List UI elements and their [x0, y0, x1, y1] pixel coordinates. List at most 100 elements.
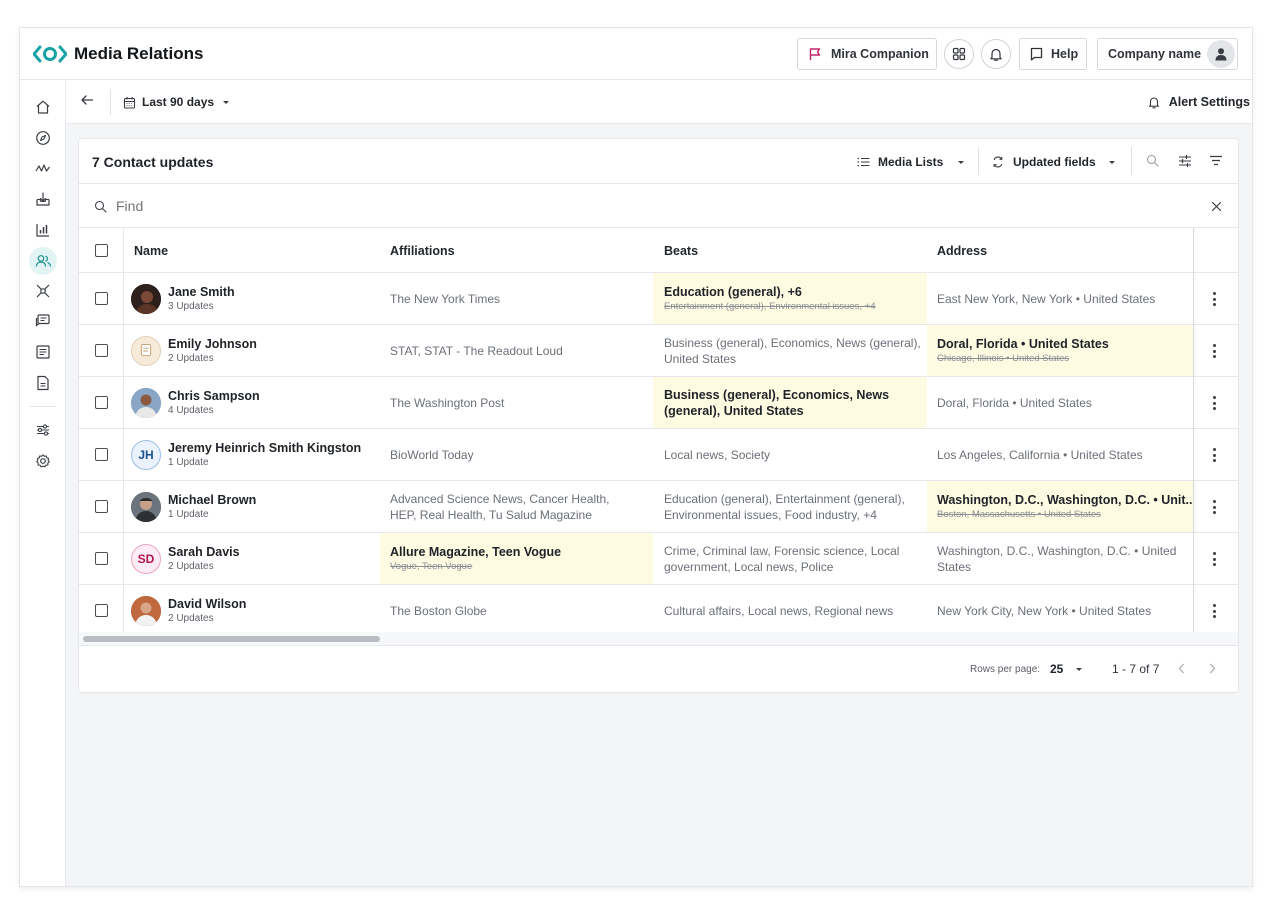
checkbox-column-divider: [123, 273, 124, 632]
home-icon: [36, 100, 50, 114]
company-account-button[interactable]: Company name: [1097, 38, 1238, 70]
caret-down-icon: [1108, 160, 1115, 164]
contact-name[interactable]: Sarah Davis: [168, 545, 383, 560]
media-lists-dropdown[interactable]: Media Lists: [857, 154, 965, 170]
update-count: 2 Updates: [168, 352, 214, 364]
avatar-illustration-icon: [132, 337, 160, 365]
table-row[interactable]: Emily Johnson 2 Updates STAT, STAT - The…: [79, 325, 1238, 377]
contact-updates-card: 7 Contact updates Media Lists Updated fi…: [79, 139, 1238, 692]
nav-home[interactable]: [31, 95, 55, 119]
affiliations-cell: The Washington Post: [390, 377, 652, 428]
nav-settings-gear[interactable]: [31, 449, 55, 473]
row-menu-button[interactable]: [1209, 342, 1219, 360]
row-menu-button[interactable]: [1209, 394, 1219, 412]
contact-name[interactable]: Jeremy Heinrich Smith Kingston: [168, 441, 383, 456]
beats-value: Education (general), +6: [664, 284, 802, 299]
address-value: Doral, Florida • United States: [937, 395, 1092, 410]
table-row[interactable]: SD Sarah Davis 2 Updates Allure Magazine…: [79, 533, 1238, 585]
select-all-checkbox[interactable]: [95, 244, 108, 257]
nav-influencers[interactable]: [31, 279, 55, 303]
apps-grid-button[interactable]: [944, 39, 974, 69]
column-header-name[interactable]: Name: [134, 244, 168, 258]
pagination-bar: Rows per page: 25 1 - 7 of 7: [79, 646, 1238, 692]
row-checkbox[interactable]: [95, 448, 108, 461]
table-row[interactable]: David Wilson 2 Updates The Boston Globe …: [79, 585, 1238, 632]
row-checkbox[interactable]: [95, 292, 108, 305]
rows-per-page-select[interactable]: 25: [1050, 662, 1083, 676]
find-input[interactable]: [116, 196, 1196, 216]
row-checkbox[interactable]: [95, 604, 108, 617]
column-header-address[interactable]: Address: [937, 244, 987, 258]
card-title: 7 Contact updates: [92, 154, 214, 170]
filter-sliders-icon: [1179, 155, 1191, 167]
table-row[interactable]: Chris Sampson 4 Updates The Washington P…: [79, 377, 1238, 429]
back-button[interactable]: [80, 93, 98, 111]
user-avatar: [1207, 40, 1235, 68]
next-page-button[interactable]: [1209, 663, 1219, 675]
alert-settings-button[interactable]: Alert Settings: [1148, 93, 1250, 111]
beats-cell: Cultural affairs, Local news, Regional n…: [664, 585, 926, 636]
contact-name[interactable]: Jane Smith: [168, 285, 383, 300]
contact-name[interactable]: Michael Brown: [168, 493, 383, 508]
contact-name[interactable]: Emily Johnson: [168, 337, 383, 352]
address-previous-value: Boston, Massachusetts • United States: [937, 508, 1101, 520]
nav-explore[interactable]: [31, 126, 55, 150]
nav-newsletters[interactable]: [31, 340, 55, 364]
table-row[interactable]: JH Jeremy Heinrich Smith Kingston 1 Upda…: [79, 429, 1238, 481]
notifications-button[interactable]: [981, 39, 1011, 69]
table-row[interactable]: Michael Brown 1 Update Advanced Science …: [79, 481, 1238, 533]
column-header-affiliations[interactable]: Affiliations: [390, 244, 455, 258]
row-menu-button[interactable]: [1209, 290, 1219, 308]
nav-divider: [30, 406, 56, 407]
beats-previous-value: Entertainment (general), Environmental i…: [664, 300, 876, 312]
header-divider: [978, 147, 979, 175]
nav-settings-sliders[interactable]: [31, 418, 55, 442]
affiliations-value: Allure Magazine, Teen Vogue: [390, 544, 562, 559]
arrow-left-icon: [81, 95, 94, 105]
beats-value: Education (general), Entertainment (gene…: [664, 491, 905, 522]
address-cell: Doral, Florida • United States Chicago, …: [927, 325, 1193, 376]
contact-name[interactable]: Chris Sampson: [168, 389, 383, 404]
nav-analytics[interactable]: [31, 218, 55, 242]
sort-button[interactable]: [1209, 155, 1223, 167]
row-menu-button[interactable]: [1209, 446, 1219, 464]
brand-logo-icon[interactable]: [33, 44, 67, 64]
name-cell: Emily Johnson 2 Updates: [168, 325, 383, 376]
name-cell: Jeremy Heinrich Smith Kingston 1 Update: [168, 429, 383, 480]
scrollbar-thumb[interactable]: [83, 636, 380, 642]
updated-fields-dropdown[interactable]: Updated fields: [992, 154, 1116, 170]
address-cell: Los Angeles, California • United States: [937, 429, 1192, 480]
address-cell: East New York, New York • United States: [937, 273, 1192, 324]
filter-columns-button[interactable]: [1178, 154, 1192, 168]
search-icon: [94, 200, 107, 213]
avatar-photo-icon: [131, 388, 161, 418]
horizontal-scrollbar[interactable]: [79, 632, 1238, 646]
row-checkbox[interactable]: [95, 552, 108, 565]
nav-monitoring[interactable]: [31, 156, 55, 180]
row-menu-button[interactable]: [1209, 498, 1219, 516]
search-toggle-button[interactable]: [1146, 154, 1160, 168]
row-menu-button[interactable]: [1209, 602, 1219, 620]
clear-find-button[interactable]: [1211, 201, 1222, 212]
mira-companion-button[interactable]: Mira Companion: [797, 38, 937, 70]
nav-inbox[interactable]: [31, 187, 55, 211]
row-menu-button[interactable]: [1209, 550, 1219, 568]
search-icon: [1146, 154, 1159, 167]
update-count: 1 Update: [168, 508, 209, 520]
flag-icon: [809, 48, 821, 60]
nav-contacts[interactable]: [29, 247, 57, 275]
sort-icon: [1210, 155, 1222, 166]
row-checkbox[interactable]: [95, 344, 108, 357]
caret-down-icon: [223, 100, 230, 104]
table-row[interactable]: Jane Smith 3 Updates The New York Times …: [79, 273, 1238, 325]
nav-reports[interactable]: [31, 371, 55, 395]
affiliations-value: The Boston Globe: [390, 603, 487, 618]
row-checkbox[interactable]: [95, 500, 108, 513]
column-header-beats[interactable]: Beats: [664, 244, 698, 258]
previous-page-button[interactable]: [1178, 663, 1188, 675]
row-checkbox[interactable]: [95, 396, 108, 409]
nav-messages[interactable]: [31, 309, 55, 333]
help-button[interactable]: Help: [1019, 38, 1087, 70]
contact-name[interactable]: David Wilson: [168, 597, 383, 612]
date-range-dropdown[interactable]: Last 90 days: [123, 93, 230, 111]
